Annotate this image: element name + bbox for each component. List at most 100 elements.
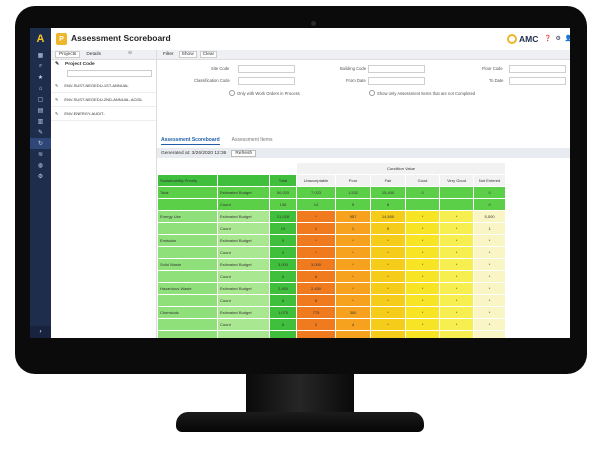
star-icon[interactable]: ★ [30, 72, 51, 83]
table-cell[interactable]: * [439, 282, 475, 295]
work-orders-radio[interactable] [229, 90, 235, 96]
table-cell[interactable]: * [405, 318, 441, 331]
table-cell[interactable]: 0 [473, 186, 507, 199]
table-cell[interactable]: * [296, 246, 337, 259]
table-cell[interactable]: * [370, 270, 407, 283]
table-cell[interactable]: * [473, 282, 507, 295]
table-cell[interactable]: * [405, 282, 441, 295]
table-cell[interactable] [405, 198, 441, 211]
table-cell[interactable]: 4 [335, 318, 372, 331]
table-cell[interactable]: * [473, 306, 507, 319]
table-cell[interactable]: 8 [370, 198, 407, 211]
table-cell[interactable]: * [473, 294, 507, 307]
table-cell[interactable]: * [439, 318, 475, 331]
table-cell[interactable]: 6 [296, 270, 337, 283]
table-cell[interactable]: * [439, 294, 475, 307]
incomplete-option[interactable]: Show only Assessment Items that are not … [369, 90, 475, 96]
layers-icon[interactable]: ≋ [30, 149, 51, 160]
table-cell[interactable]: 5 [335, 198, 372, 211]
table-cell[interactable] [370, 330, 407, 338]
tab-assessment-items[interactable]: Assessment Items [232, 137, 273, 145]
tab-projects[interactable]: Projects [55, 51, 81, 58]
expand-nav-button[interactable]: › [30, 326, 51, 338]
table-cell[interactable]: * [473, 258, 507, 271]
select-all-icon[interactable]: ✎ [55, 62, 59, 67]
grid-icon[interactable]: ▦ [30, 50, 51, 61]
project-row[interactable]: ✎ ENV-SUST-NEGEDU-1ST-ANNUAL [51, 79, 156, 93]
floor-code-input[interactable] [509, 65, 566, 73]
table-cell[interactable]: 5 [370, 222, 407, 235]
table-cell[interactable]: 1,532 [335, 186, 372, 199]
table-cell[interactable] [296, 330, 337, 338]
table-cell[interactable]: * [335, 282, 372, 295]
table-cell[interactable]: * [405, 210, 441, 223]
table-cell[interactable] [439, 186, 475, 199]
table-cell[interactable]: * [335, 246, 372, 259]
tab-assessment-scoreboard[interactable]: Assessment Scoreboard [161, 137, 220, 145]
project-row[interactable]: ✎ ENV-SUST-NEGEDU-2ND-ANNUAL-ACIDL [51, 93, 156, 107]
table-cell[interactable]: 0 [473, 198, 507, 211]
table-cell[interactable]: * [335, 270, 372, 283]
table-cell[interactable]: * [439, 270, 475, 283]
site-code-input[interactable] [238, 65, 295, 73]
classification-code-input[interactable] [238, 77, 295, 85]
table-cell[interactable]: * [473, 234, 507, 247]
table-cell[interactable] [439, 330, 475, 338]
table-cell[interactable]: * [370, 258, 407, 271]
table-cell[interactable]: * [370, 318, 407, 331]
table-cell[interactable]: 14 [296, 198, 337, 211]
table-cell[interactable] [439, 198, 475, 211]
table-cell[interactable]: * [335, 294, 372, 307]
table-cell[interactable] [405, 330, 441, 338]
show-button[interactable]: Show [178, 51, 197, 58]
table-cell[interactable]: 1 [473, 222, 507, 235]
table-cell[interactable] [473, 330, 507, 338]
table-cell[interactable]: * [439, 234, 475, 247]
incomplete-radio[interactable] [369, 90, 375, 96]
table-cell[interactable]: 15,400 [370, 186, 407, 199]
table-cell[interactable]: 1 [335, 222, 372, 235]
building-code-input[interactable] [368, 65, 425, 73]
table-cell[interactable]: * [405, 246, 441, 259]
table-cell[interactable]: * [405, 270, 441, 283]
table-cell[interactable]: * [296, 210, 337, 223]
wrench-icon[interactable]: ✎ [30, 127, 51, 138]
table-cell[interactable]: 3,000 [296, 258, 337, 271]
house-icon[interactable]: ⌂ [30, 83, 51, 94]
gear-icon[interactable]: ⚙ [30, 171, 51, 182]
table-cell[interactable]: * [473, 318, 507, 331]
project-row[interactable]: ✎ ENV-ENERGY-AUDIT- [51, 107, 156, 121]
settings-icon[interactable]: ⚙ [555, 35, 560, 42]
table-cell[interactable]: * [405, 294, 441, 307]
table-cell[interactable]: * [473, 270, 507, 283]
table-cell[interactable]: 2,450 [296, 282, 337, 295]
table-cell[interactable]: * [296, 234, 337, 247]
work-orders-option[interactable]: Only with Work Orders in Process [229, 90, 300, 96]
user-icon[interactable]: 👤 [565, 35, 570, 42]
table-cell[interactable]: 1 [296, 222, 337, 235]
table-cell[interactable]: * [439, 306, 475, 319]
table-cell[interactable]: * [370, 294, 407, 307]
app-logo[interactable]: A [30, 28, 51, 50]
table-cell[interactable]: * [439, 222, 475, 235]
refresh-icon[interactable]: ↻ [30, 138, 51, 149]
table-cell[interactable]: * [405, 222, 441, 235]
tab-details[interactable]: Details [86, 52, 101, 57]
table-cell[interactable]: 7,023 [296, 186, 337, 199]
document-icon[interactable]: ▥ [30, 116, 51, 127]
table-cell[interactable] [335, 330, 372, 338]
refresh-button[interactable]: Refresh [231, 149, 257, 157]
table-cell[interactable]: * [405, 258, 441, 271]
table-cell[interactable]: 300 [335, 306, 372, 319]
to-date-input[interactable] [509, 77, 566, 85]
table-cell[interactable]: * [405, 306, 441, 319]
table-cell[interactable]: 2 [296, 318, 337, 331]
box-icon[interactable]: ▢ [30, 94, 51, 105]
table-cell[interactable]: * [335, 234, 372, 247]
table-cell[interactable]: 8 [296, 294, 337, 307]
table-cell[interactable]: 775 [296, 306, 337, 319]
edit-icon[interactable]: ✎ [55, 111, 58, 116]
edit-icon[interactable]: ✎ [55, 97, 58, 102]
from-date-input[interactable] [368, 77, 425, 85]
project-search-input[interactable] [67, 70, 152, 77]
